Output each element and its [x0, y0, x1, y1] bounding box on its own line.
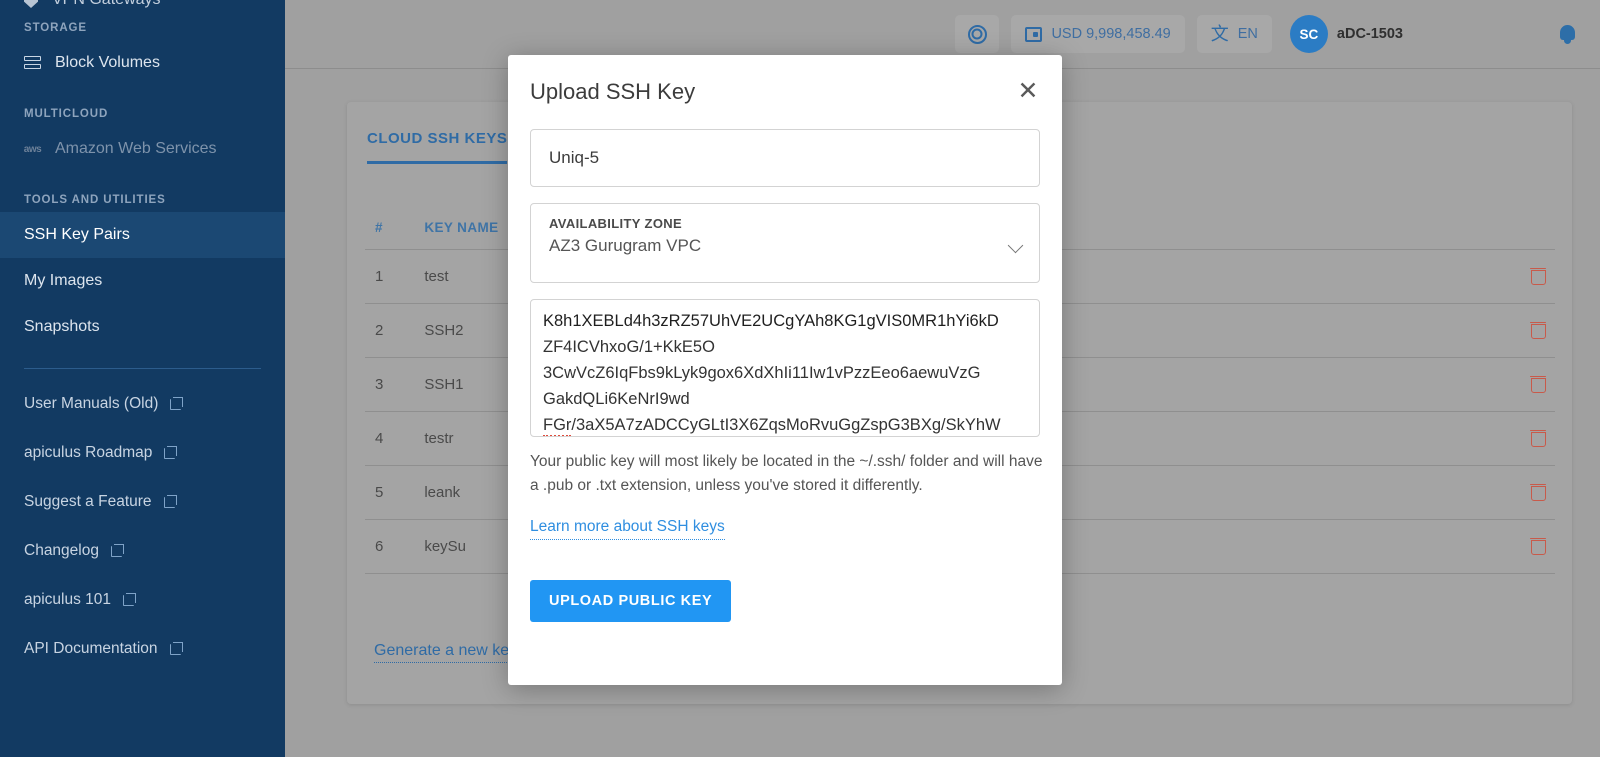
availability-zone-select[interactable]: AVAILABILITY ZONE AZ3 Gurugram VPC	[530, 203, 1040, 283]
sidebar-item-label: Amazon Web Services	[55, 140, 217, 157]
sidebar-item-ssh-key-pairs[interactable]: SSH Key Pairs	[0, 212, 285, 258]
cell-number: 2	[365, 303, 415, 358]
sidebar: VPN Gateways STORAGE Block Volumes MULTI…	[0, 0, 285, 757]
spellcheck-underline: FGr	[543, 416, 572, 436]
sidebar-item-amazon-web-services[interactable]: aws Amazon Web Services	[0, 126, 285, 172]
cell-actions	[1472, 465, 1555, 520]
trash-icon[interactable]	[1529, 482, 1546, 501]
column-header-actions	[1473, 214, 1555, 250]
language-value: EN	[1237, 26, 1258, 42]
cell-number: 4	[365, 411, 415, 466]
wallet-balance-chip[interactable]: USD 9,998,458.49	[1011, 15, 1185, 53]
key-name-value: Uniq-5	[549, 148, 600, 167]
sidebar-section-storage: STORAGE	[24, 22, 87, 34]
key-line-3: 3CwVcZ6IqFbs9kLyk9gox6XdXhIi11Iw1vPzzEeo…	[543, 364, 981, 382]
translate-icon: 文	[1210, 24, 1229, 44]
sidebar-link-label: API Documentation	[24, 639, 158, 657]
trash-icon[interactable]	[1529, 536, 1546, 555]
upload-ssh-key-modal: Upload SSH Key ✕ Uniq-5 AVAILABILITY ZON…	[508, 55, 1062, 685]
modal-title: Upload SSH Key	[530, 79, 696, 104]
sidebar-item-vpn-gateways[interactable]: VPN Gateways	[0, 0, 285, 14]
sidebar-divider	[24, 368, 261, 369]
sidebar-link-suggest-a-feature[interactable]: Suggest a Feature	[0, 477, 285, 526]
external-link-icon	[110, 544, 124, 557]
sidebar-link-api-documentation[interactable]: API Documentation	[0, 624, 285, 673]
sidebar-link-label: User Manuals (Old)	[24, 394, 159, 412]
user-menu[interactable]: SC aDC-1503	[1284, 15, 1417, 53]
sidebar-item-label: My Images	[24, 272, 103, 289]
cell-actions	[1472, 519, 1555, 574]
sidebar-item-label: Block Volumes	[55, 54, 160, 71]
key-line-2: ZF4ICVhxoG/1+KkE5O	[543, 338, 715, 356]
sidebar-link-apiculus-101[interactable]: apiculus 101	[0, 575, 285, 624]
public-key-textarea[interactable]: K8h1XEBLd4h3zRZ57UhVE2UCgYAh8KG1gVIS0MR1…	[530, 299, 1040, 437]
sidebar-link-label: Changelog	[24, 541, 99, 559]
key-line-5: FGr/3aX5A7zADCCyGLtI3X6ZqsMoRvuGgZspG3BX…	[543, 412, 1027, 436]
support-button[interactable]	[955, 15, 1000, 53]
external-link-icon	[123, 593, 137, 606]
sidebar-item-label: Snapshots	[24, 318, 100, 335]
sidebar-section-tools-and-utilities: TOOLS AND UTILITIES	[24, 194, 166, 206]
avatar: SC	[1289, 15, 1328, 53]
cell-actions	[1472, 411, 1555, 466]
learn-more-link[interactable]: Learn more about SSH keys	[530, 518, 725, 540]
block-volumes-icon	[24, 56, 41, 70]
tab-cloud-ssh-keys[interactable]: CLOUD SSH KEYS	[367, 130, 508, 164]
cell-number: 3	[365, 357, 415, 412]
sidebar-link-label: apiculus 101	[24, 590, 112, 608]
sidebar-item-my-images[interactable]: My Images	[0, 258, 285, 304]
external-link-icon	[163, 495, 177, 508]
column-header-number: #	[375, 220, 383, 235]
aws-icon: aws	[23, 143, 42, 155]
sidebar-section-multicloud: MULTICLOUD	[24, 108, 109, 120]
availability-zone-label: AVAILABILITY ZONE	[549, 216, 683, 231]
sidebar-link-label: Suggest a Feature	[24, 492, 152, 510]
sidebar-link-label: apiculus Roadmap	[24, 443, 153, 461]
wallet-balance-value: USD 9,998,458.49	[1051, 26, 1171, 42]
external-link-icon	[164, 446, 178, 459]
modal-header: Upload SSH Key ✕	[508, 55, 1062, 129]
sidebar-item-label: VPN Gateways	[52, 0, 160, 9]
cell-actions	[1472, 357, 1555, 412]
generate-new-key-link[interactable]: Generate a new key	[374, 642, 518, 663]
app-root: VPN Gateways STORAGE Block Volumes MULTI…	[0, 0, 1600, 757]
close-icon[interactable]: ✕	[1014, 77, 1042, 105]
sidebar-item-block-volumes[interactable]: Block Volumes	[0, 40, 285, 86]
cell-number: 5	[365, 465, 415, 520]
wallet-icon	[1025, 26, 1043, 42]
cell-number: 6	[365, 519, 415, 574]
key-name-input[interactable]: Uniq-5	[530, 129, 1040, 187]
bell-icon[interactable]	[1559, 24, 1576, 44]
sidebar-item-snapshots[interactable]: Snapshots	[0, 304, 285, 350]
life-ring-icon	[967, 24, 987, 44]
external-link-icon	[169, 642, 183, 655]
trash-icon[interactable]	[1529, 428, 1546, 447]
sidebar-link-changelog[interactable]: Changelog	[0, 526, 285, 575]
upload-public-key-button[interactable]: UPLOAD PUBLIC KEY	[530, 580, 732, 622]
language-selector[interactable]: 文 EN	[1196, 15, 1272, 53]
sidebar-link-user-manuals-old[interactable]: User Manuals (Old)	[0, 379, 285, 428]
cell-number: 1	[365, 249, 415, 304]
trash-icon[interactable]	[1529, 320, 1546, 339]
helper-text: Your public key will most likely be loca…	[530, 453, 1043, 494]
cell-actions	[1472, 249, 1555, 304]
external-link-icon	[170, 397, 184, 410]
shield-icon	[24, 0, 38, 8]
sidebar-link-apiculus-roadmap[interactable]: apiculus Roadmap	[0, 428, 285, 477]
trash-icon[interactable]	[1529, 374, 1546, 393]
key-line-4: GakdQLi6KeNrI9wd	[543, 390, 690, 408]
card-tabs: CLOUD SSH KEYS	[367, 130, 508, 164]
trash-icon[interactable]	[1529, 266, 1546, 285]
cell-actions	[1472, 303, 1555, 358]
availability-zone-value: AZ3 Gurugram VPC	[549, 236, 702, 255]
user-name: aDC-1503	[1336, 26, 1403, 42]
sidebar-item-label: SSH Key Pairs	[24, 226, 130, 243]
key-line-5-rest: /3aX5A7zADCCyGLtI3X6ZqsMoRvuGgZspG3BXg/S…	[571, 416, 1001, 434]
modal-body: Uniq-5 AVAILABILITY ZONE AZ3 Gurugram VP…	[508, 129, 1062, 622]
key-line-1: K8h1XEBLd4h3zRZ57UhVE2UCgYAh8KG1gVIS0MR1…	[543, 312, 999, 330]
